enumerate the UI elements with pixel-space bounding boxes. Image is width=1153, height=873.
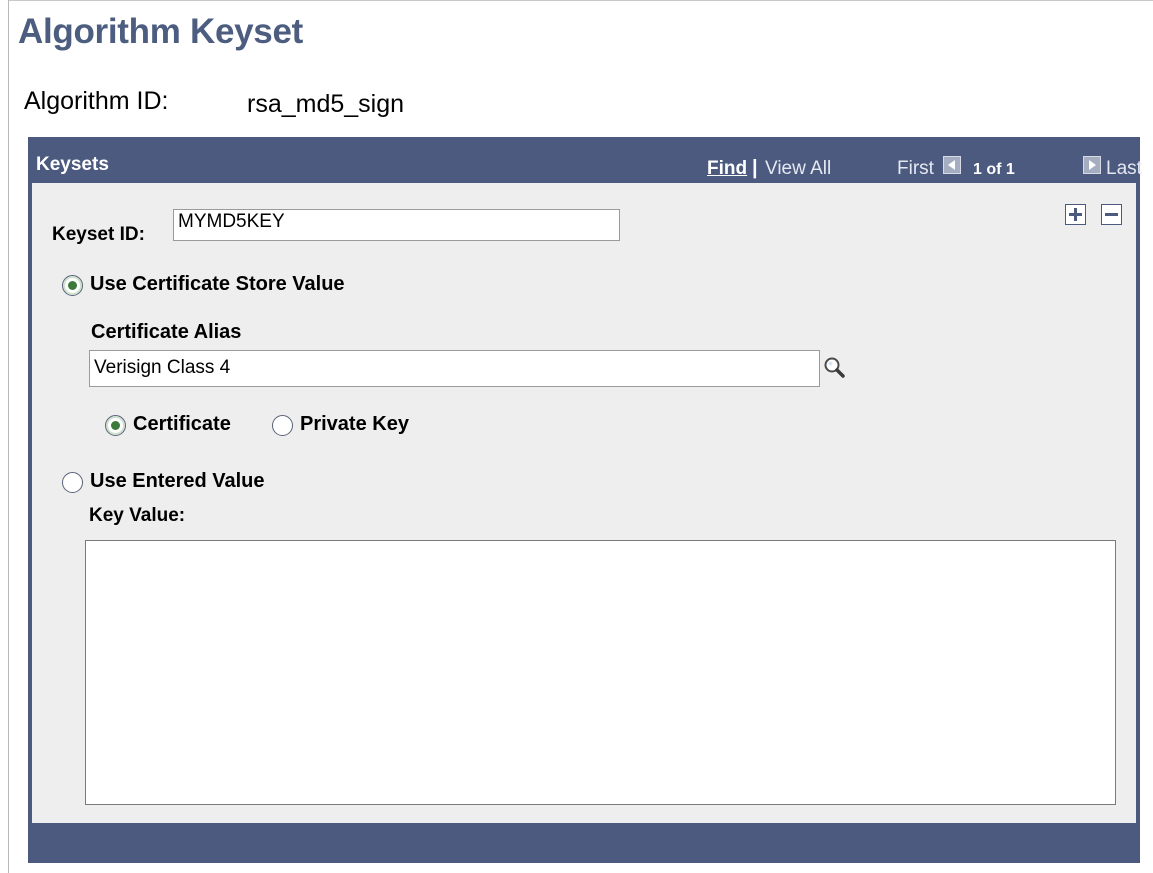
keysets-grid-body: Keyset ID: MYMD5KEY Use Certificate Stor… [32,183,1136,823]
algorithm-id-label: Algorithm ID: [24,87,169,115]
private-key-radio[interactable] [272,415,293,436]
page-frame-top [8,0,1153,1]
first-link: First [897,158,934,179]
view-all-link[interactable]: View All [765,158,831,180]
keysets-grid: Keysets Find | View All First 1 of 1 Las… [28,137,1142,863]
last-link: Last [1106,158,1142,179]
find-link[interactable]: Find [707,158,747,180]
next-arrow-icon[interactable] [1083,156,1101,174]
algorithm-id-value: rsa_md5_sign [247,90,405,118]
certificate-alias-label: Certificate Alias [91,321,242,343]
row-count: 1 of 1 [973,161,1015,178]
radio-selected-dot [111,421,120,430]
plus-icon [1069,208,1082,221]
radio-selected-dot [68,281,77,290]
keyset-id-label: Keyset ID: [52,224,145,245]
keysets-grid-header: Keysets Find | View All First 1 of 1 Las… [28,137,1142,183]
key-value-textarea[interactable] [85,540,1116,805]
nav-separator: | [752,157,758,179]
keysets-grid-title: Keysets [36,154,109,175]
use-certificate-store-label[interactable]: Use Certificate Store Value [90,273,345,296]
certificate-radio[interactable] [105,415,126,436]
add-row-button[interactable] [1065,204,1086,225]
previous-arrow-icon[interactable] [943,156,961,174]
use-entered-value-radio[interactable] [62,472,83,493]
page-frame-left [8,0,9,873]
certificate-alias-input[interactable]: Verisign Class 4 [89,350,820,387]
page-title: Algorithm Keyset [18,12,303,51]
key-value-label: Key Value: [89,505,186,526]
magnifier-icon[interactable] [822,355,848,381]
delete-row-button[interactable] [1101,204,1122,225]
minus-icon [1105,213,1118,216]
private-key-label[interactable]: Private Key [300,413,409,436]
certificate-label[interactable]: Certificate [133,413,231,436]
use-entered-value-label[interactable]: Use Entered Value [90,470,265,493]
use-certificate-store-radio[interactable] [62,275,83,296]
keyset-id-input[interactable]: MYMD5KEY [173,209,620,241]
